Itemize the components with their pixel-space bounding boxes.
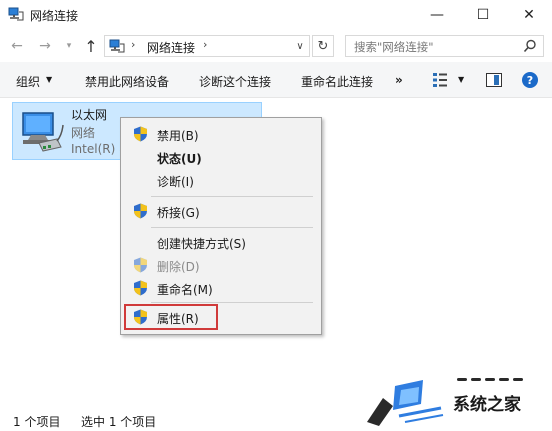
watermark-decoration xyxy=(457,378,527,384)
network-connections-icon xyxy=(8,7,24,21)
recent-locations-button[interactable]: ▾ xyxy=(60,38,78,54)
organize-menu[interactable]: 组织 xyxy=(16,73,40,90)
menu-item-disable[interactable]: 禁用(B) xyxy=(121,123,321,145)
title-bar: 网络连接 — ☐ ✕ xyxy=(0,0,552,30)
adapter-name: 以太网 xyxy=(71,108,108,122)
menu-item-bridge[interactable]: 桥接(G) xyxy=(121,200,321,222)
ethernet-adapter-icon xyxy=(22,112,64,152)
properties-highlight-annotation xyxy=(124,304,218,330)
back-button[interactable]: ← xyxy=(8,38,26,54)
shield-icon xyxy=(134,280,147,296)
menu-item-label: 禁用(B) xyxy=(157,129,199,143)
address-history-dropdown[interactable]: ∨ xyxy=(290,35,310,57)
adapter-network-status: 网络 xyxy=(71,126,96,140)
adapter-device-name: Intel(R) 8 xyxy=(71,142,127,156)
menu-separator xyxy=(151,227,313,228)
search-input[interactable]: 搜索"网络连接" xyxy=(345,35,544,57)
preview-pane-icon[interactable] xyxy=(486,73,502,87)
up-button[interactable]: ↑ xyxy=(82,37,100,56)
forward-button[interactable]: → xyxy=(36,38,54,54)
shield-icon xyxy=(134,257,147,273)
more-commands-button[interactable]: » xyxy=(395,73,403,87)
diagnose-button[interactable]: 诊断这个连接 xyxy=(199,73,271,90)
menu-item-create-shortcut[interactable]: 创建快捷方式(S) xyxy=(121,231,321,253)
breadcrumb-separator[interactable]: › xyxy=(203,38,207,51)
chevron-down-icon[interactable]: ▼ xyxy=(46,75,52,84)
menu-item-label: 诊断(I) xyxy=(157,175,194,189)
menu-separator xyxy=(151,302,313,303)
disable-device-button[interactable]: 禁用此网络设备 xyxy=(85,73,169,90)
item-count: 1 个项目 xyxy=(13,415,61,429)
address-bar[interactable]: › 网络连接 › xyxy=(104,35,310,57)
chevron-down-icon[interactable]: ▼ xyxy=(458,75,464,84)
selected-count: 选中 1 个项目 xyxy=(81,415,157,429)
breadcrumb-network-connections[interactable]: 网络连接 xyxy=(147,39,195,56)
breadcrumb-separator[interactable]: › xyxy=(131,38,135,51)
menu-item-rename[interactable]: 重命名(M) xyxy=(121,277,321,299)
navigation-bar: ← → ▾ ↑ › 网络连接 › ∨ ↻ 搜索"网络连接" xyxy=(0,30,552,62)
watermark-text: 系统之家 xyxy=(453,395,521,415)
menu-item-delete: 删除(D) xyxy=(121,254,321,276)
menu-item-diagnose[interactable]: 诊断(I) xyxy=(121,169,321,191)
menu-item-label: 重命名(M) xyxy=(157,283,213,297)
menu-separator xyxy=(151,196,313,197)
rename-button[interactable]: 重命名此连接 xyxy=(301,73,373,90)
menu-item-label: 状态(U) xyxy=(157,152,202,166)
command-bar: 组织 ▼ 禁用此网络设备 诊断这个连接 重命名此连接 » ▼ ? xyxy=(0,62,552,98)
shield-icon xyxy=(134,126,147,142)
menu-item-status[interactable]: 状态(U) xyxy=(121,146,321,168)
close-button[interactable]: ✕ xyxy=(506,0,552,30)
help-icon[interactable]: ? xyxy=(522,72,538,88)
search-placeholder: 搜索"网络连接" xyxy=(354,40,434,54)
menu-item-label: 删除(D) xyxy=(157,260,200,274)
watermark-logo xyxy=(367,380,444,426)
menu-item-label: 桥接(G) xyxy=(157,206,200,220)
refresh-button[interactable]: ↻ xyxy=(312,35,334,57)
maximize-button[interactable]: ☐ xyxy=(460,0,506,30)
search-icon[interactable] xyxy=(523,39,537,53)
menu-item-label: 创建快捷方式(S) xyxy=(157,237,246,251)
change-view-icon[interactable] xyxy=(432,72,448,88)
context-menu: 禁用(B) 状态(U) 诊断(I) 桥接(G) 创建快捷方式(S) 删除(D) … xyxy=(120,117,322,335)
window-title: 网络连接 xyxy=(30,9,79,23)
site-watermark: 系统之家 xyxy=(355,372,552,431)
minimize-button[interactable]: — xyxy=(414,0,460,30)
shield-icon xyxy=(134,203,147,219)
network-connections-icon xyxy=(109,39,125,53)
